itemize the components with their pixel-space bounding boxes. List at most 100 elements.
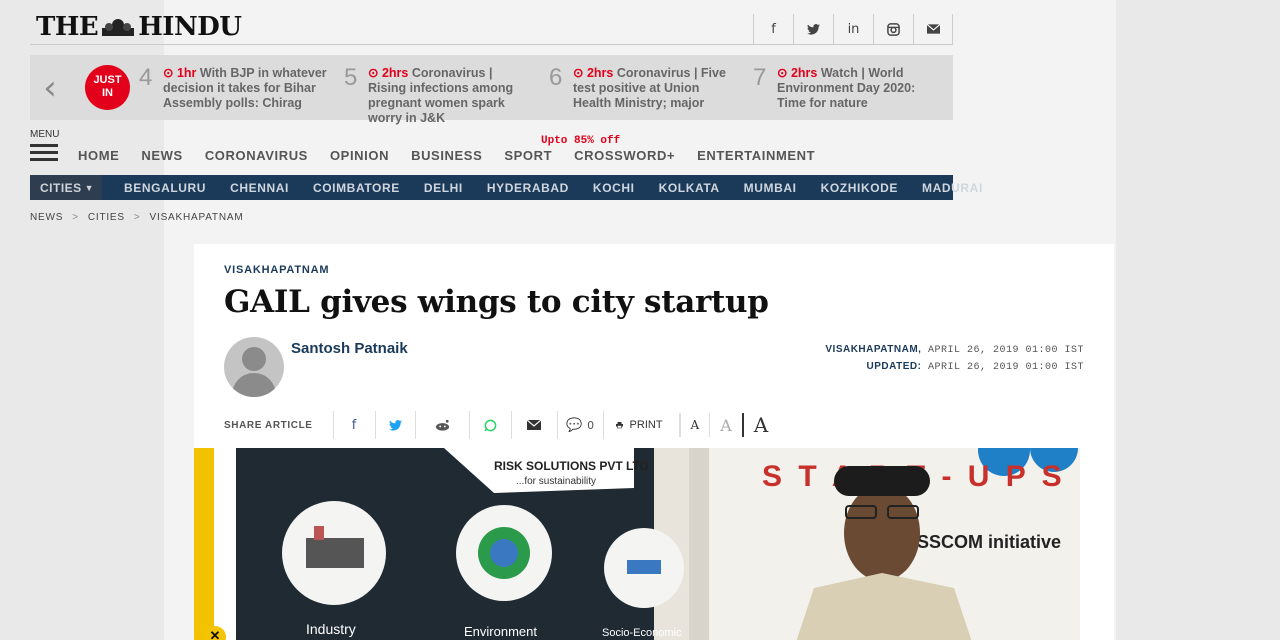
city-link[interactable]: CHENNAI bbox=[230, 181, 289, 195]
share-whatsapp-icon[interactable] bbox=[468, 411, 511, 439]
ticker-number: 6 bbox=[549, 64, 563, 91]
ticker-item[interactable]: 6 ⊙ 2hrs Coronavirus | Five test positiv… bbox=[549, 64, 734, 112]
article-card: VISAKHAPATNAM GAIL gives wings to city s… bbox=[194, 244, 1114, 640]
city-link[interactable]: COIMBATORE bbox=[313, 181, 400, 195]
facebook-icon[interactable]: f bbox=[753, 14, 793, 44]
cities-bar: CITIES ▼ BENGALURU CHENNAI COIMBATORE DEL… bbox=[30, 175, 982, 200]
city-link[interactable]: BENGALURU bbox=[124, 181, 206, 195]
breadcrumb: NEWS > CITIES > VISAKHAPATNAM bbox=[30, 212, 953, 223]
city-link[interactable]: KOCHI bbox=[593, 181, 635, 195]
author-avatar bbox=[224, 337, 284, 397]
article-photo-illustration: RISK SOLUTIONS PVT LTD ...for sustainabi… bbox=[194, 448, 1080, 640]
city-link[interactable]: HYDERABAD bbox=[487, 181, 569, 195]
instagram-glyph-icon bbox=[887, 22, 900, 36]
font-size-small[interactable]: A bbox=[678, 413, 710, 437]
city-link[interactable]: MADURAI bbox=[922, 181, 983, 195]
nav-entertainment[interactable]: ENTERTAINMENT bbox=[697, 148, 815, 163]
ticker-item[interactable]: 5 ⊙ 2hrs Coronavirus | Rising infections… bbox=[344, 64, 529, 125]
clock-icon: ⊙ bbox=[163, 66, 177, 80]
article-kicker[interactable]: VISAKHAPATNAM bbox=[224, 264, 329, 276]
city-link[interactable]: DELHI bbox=[424, 181, 463, 195]
share-reddit-icon[interactable] bbox=[414, 411, 469, 439]
breadcrumb-separator: > bbox=[133, 212, 141, 223]
nav-business[interactable]: BUSINESS bbox=[411, 148, 482, 163]
logo-text-right: HINDU bbox=[138, 12, 242, 42]
just-in-badge: JUST IN bbox=[85, 65, 130, 110]
ticker-time: 2hrs bbox=[381, 66, 409, 80]
print-button[interactable]: PRINT bbox=[602, 411, 675, 439]
ticker-time: 2hrs bbox=[586, 66, 614, 80]
nav-crossword[interactable]: CROSSWORD+ bbox=[574, 148, 675, 163]
city-link[interactable]: KOZHIKODE bbox=[821, 181, 898, 195]
banner-subtext: ...for sustainability bbox=[516, 476, 596, 487]
site-logo[interactable]: THE HINDU bbox=[36, 12, 242, 42]
ticker-text: ⊙ 2hrs Watch | World Environment Day 202… bbox=[777, 66, 943, 111]
breadcrumb-cities[interactable]: CITIES bbox=[88, 212, 125, 223]
badge-line-1: JUST bbox=[93, 74, 122, 86]
photo-label-socio-economic: Socio-Economic bbox=[602, 627, 682, 639]
share-bar: SHARE ARTICLE f 💬 0 PRINT A A A bbox=[224, 410, 778, 440]
ticker-prev-arrow-icon[interactable]: ‹ bbox=[30, 55, 70, 120]
comment-icon: 💬 bbox=[565, 417, 583, 433]
ticker-number: 4 bbox=[139, 64, 153, 91]
comment-count: 0 bbox=[587, 418, 595, 432]
crossword-promo: Upto 85% off bbox=[541, 135, 621, 147]
hamburger-menu-icon[interactable] bbox=[30, 144, 58, 162]
nav-home[interactable]: HOME bbox=[78, 148, 119, 163]
logo-crest-icon bbox=[102, 19, 135, 36]
breadcrumb-separator: > bbox=[72, 212, 79, 223]
photo-label-industry: Industry bbox=[306, 621, 356, 637]
breadcrumb-visakhapatnam[interactable]: VISAKHAPATNAM bbox=[150, 212, 244, 223]
logo-text-left: THE bbox=[36, 12, 99, 42]
dateline: VISAKHAPATNAM, APRIL 26, 2019 01:00 IST … bbox=[825, 342, 1084, 376]
city-link[interactable]: MUMBAI bbox=[744, 181, 797, 195]
share-email-icon[interactable] bbox=[510, 411, 557, 439]
mail-icon[interactable] bbox=[913, 14, 953, 44]
nav-news[interactable]: NEWS bbox=[141, 148, 182, 163]
menu-label: MENU bbox=[30, 129, 60, 140]
font-size-large[interactable]: A bbox=[741, 413, 778, 437]
linkedin-icon[interactable]: in bbox=[833, 14, 873, 44]
photo-label-environment: Environment bbox=[464, 624, 537, 639]
nav-coronavirus[interactable]: CORONAVIRUS bbox=[205, 148, 308, 163]
ticker-text: ⊙ 1hr With BJP in whatever decision it t… bbox=[163, 66, 329, 111]
banner-text: RISK SOLUTIONS PVT LTD bbox=[494, 459, 649, 473]
cities-dropdown[interactable]: CITIES ▼ bbox=[30, 175, 102, 200]
share-facebook-icon[interactable]: f bbox=[332, 411, 375, 439]
main-nav: MENU Upto 85% off HOME NEWS CORONAVIRUS … bbox=[30, 120, 953, 175]
article-photo: RISK SOLUTIONS PVT LTD ...for sustainabi… bbox=[194, 448, 1080, 640]
ticker-item[interactable]: 4 ⊙ 1hr With BJP in whatever decision it… bbox=[139, 64, 327, 112]
ticker-text: ⊙ 2hrs Coronavirus | Rising infections a… bbox=[368, 66, 534, 126]
comments-button[interactable]: 💬 0 bbox=[556, 411, 603, 439]
just-in-ticker: ‹ JUST IN 4 ⊙ 1hr With BJP in whatever d… bbox=[30, 55, 953, 125]
dateline-date: APRIL 26, 2019 01:00 IST bbox=[927, 345, 1084, 356]
clock-icon: ⊙ bbox=[573, 66, 587, 80]
updated-date: APRIL 26, 2019 01:00 IST bbox=[927, 362, 1084, 373]
updated-label: UPDATED: bbox=[866, 361, 922, 372]
twitter-icon[interactable] bbox=[793, 14, 833, 44]
clock-icon: ⊙ bbox=[368, 66, 382, 80]
dateline-place: VISAKHAPATNAM, bbox=[825, 344, 922, 355]
badge-line-2: IN bbox=[102, 87, 113, 99]
city-link[interactable]: KOLKATA bbox=[659, 181, 720, 195]
nav-opinion[interactable]: OPINION bbox=[330, 148, 389, 163]
twitter-bird-icon bbox=[807, 23, 820, 35]
caret-down-icon: ▼ bbox=[84, 182, 95, 193]
cities-label: CITIES bbox=[40, 180, 82, 195]
breadcrumb-news[interactable]: NEWS bbox=[30, 212, 63, 223]
author-name[interactable]: Santosh Patnaik bbox=[291, 340, 408, 357]
masthead: THE HINDU f in bbox=[30, 0, 953, 45]
ticker-text: ⊙ 2hrs Coronavirus | Five test positive … bbox=[573, 66, 739, 111]
print-icon bbox=[615, 422, 623, 429]
share-twitter-icon[interactable] bbox=[374, 411, 415, 439]
nav-items: HOME NEWS CORONAVIRUS OPINION BUSINESS S… bbox=[78, 148, 837, 163]
font-size-medium[interactable]: A bbox=[709, 413, 742, 437]
nav-sport[interactable]: SPORT bbox=[504, 148, 552, 163]
clock-icon: ⊙ bbox=[777, 66, 791, 80]
ticker-item[interactable]: 7 ⊙ 2hrs Watch | World Environment Day 2… bbox=[753, 64, 938, 112]
ticker-number: 5 bbox=[344, 64, 358, 91]
print-label: PRINT bbox=[629, 419, 663, 431]
ticker-time: 1hr bbox=[176, 66, 197, 80]
ticker-time: 2hrs bbox=[790, 66, 818, 80]
instagram-icon[interactable] bbox=[873, 14, 913, 44]
